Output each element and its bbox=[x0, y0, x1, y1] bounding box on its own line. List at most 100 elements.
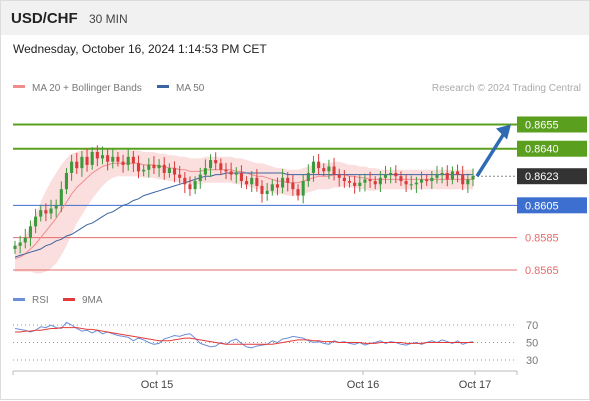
candle-body bbox=[337, 174, 341, 178]
candle-body bbox=[183, 177, 187, 185]
rsi-ma-line bbox=[15, 327, 473, 345]
legend-swatch bbox=[157, 85, 169, 88]
candle-body bbox=[250, 177, 254, 185]
x-tick-label: Oct 15 bbox=[141, 379, 173, 391]
rsi-tick-label: 70 bbox=[526, 320, 538, 332]
candle-body bbox=[440, 172, 444, 175]
candle-body bbox=[167, 168, 171, 173]
candle-body bbox=[75, 161, 79, 169]
candle-body bbox=[126, 156, 130, 165]
candle-body bbox=[136, 163, 141, 172]
candle-body bbox=[193, 181, 197, 190]
candle-body bbox=[172, 168, 177, 175]
candle-body bbox=[317, 161, 321, 169]
candle-body bbox=[64, 172, 69, 190]
candle-body bbox=[275, 184, 279, 188]
candle-body bbox=[260, 185, 264, 194]
legend-item: MA 20 + Bollinger Bands bbox=[32, 83, 142, 94]
candle-body bbox=[270, 184, 274, 191]
candle-body bbox=[157, 164, 161, 169]
candle-body bbox=[347, 181, 352, 183]
x-tick-label: Oct 17 bbox=[459, 379, 491, 391]
level-label: 0.8655 bbox=[525, 119, 559, 131]
level-label: 0.8585 bbox=[525, 233, 559, 245]
candle-body bbox=[234, 172, 238, 175]
candle-body bbox=[368, 179, 372, 182]
candle-body bbox=[389, 172, 393, 175]
candle-body bbox=[281, 177, 285, 188]
candle-body bbox=[188, 184, 192, 190]
candle-body bbox=[95, 151, 99, 159]
candle-body bbox=[414, 182, 418, 185]
legend-swatch bbox=[13, 298, 25, 301]
candle-body bbox=[162, 164, 166, 173]
candle-body bbox=[291, 182, 295, 190]
bollinger-band bbox=[15, 147, 473, 274]
candle-body bbox=[456, 171, 460, 175]
candle-body bbox=[34, 216, 38, 227]
candle-body bbox=[59, 189, 63, 206]
candle-body bbox=[147, 164, 151, 170]
candle-body bbox=[116, 156, 120, 162]
candle-body bbox=[399, 176, 403, 182]
candle-body bbox=[450, 171, 454, 180]
candle-body bbox=[296, 189, 300, 196]
candle-body bbox=[13, 245, 17, 249]
legend-item: MA 50 bbox=[176, 83, 205, 94]
legend-swatch bbox=[63, 298, 75, 301]
projection-arrow bbox=[475, 132, 506, 178]
candle-body bbox=[394, 172, 398, 177]
candle-body bbox=[378, 177, 382, 185]
candle-body bbox=[214, 160, 218, 164]
candle-body bbox=[70, 161, 74, 173]
legend-item: RSI bbox=[32, 295, 49, 306]
candle-body bbox=[358, 182, 362, 186]
candle-body bbox=[39, 210, 43, 217]
candle-body bbox=[265, 190, 269, 194]
candle-body bbox=[327, 166, 331, 172]
candle-body bbox=[142, 169, 146, 172]
candle-body bbox=[461, 174, 465, 185]
candle-body bbox=[178, 174, 182, 178]
candle-body bbox=[404, 181, 408, 185]
candle-body bbox=[131, 156, 135, 164]
candle-body bbox=[28, 226, 32, 238]
candle-body bbox=[322, 168, 326, 172]
chart-widget: USD/CHF 30 MIN Wednesday, October 16, 20… bbox=[0, 0, 590, 400]
candle-body bbox=[255, 177, 259, 186]
candle-body bbox=[219, 163, 223, 170]
rsi-tick-label: 50 bbox=[526, 338, 538, 350]
candle-body bbox=[239, 172, 243, 182]
candle-body bbox=[229, 171, 233, 175]
candle-body bbox=[430, 177, 434, 182]
candle-body bbox=[445, 172, 449, 180]
level-label: 0.8565 bbox=[525, 265, 559, 277]
candle-body bbox=[203, 168, 207, 175]
candle-body bbox=[23, 237, 27, 243]
candle-body bbox=[332, 166, 336, 175]
rsi-tick-label: 30 bbox=[526, 355, 538, 367]
candle-body bbox=[383, 174, 388, 178]
candle-body bbox=[425, 179, 429, 182]
candle-body bbox=[198, 174, 202, 182]
candle-body bbox=[353, 182, 357, 186]
candle-body bbox=[100, 155, 105, 159]
legend-item: 9MA bbox=[82, 295, 103, 306]
level-label: 0.8623 bbox=[525, 171, 559, 183]
candle-body bbox=[49, 208, 53, 214]
candle-body bbox=[90, 151, 94, 165]
candle-body bbox=[121, 161, 125, 165]
candle-body bbox=[245, 181, 249, 185]
price-chart: MA 20 + Bollinger Bands MA 50 Research © 2… bbox=[12, 83, 587, 391]
candle-body bbox=[311, 161, 316, 173]
candle-body bbox=[286, 177, 290, 183]
candle-body bbox=[363, 179, 367, 183]
candle-body bbox=[419, 179, 424, 183]
candle-body bbox=[301, 181, 305, 196]
credit-text: Research © 2024 Trading Central bbox=[432, 83, 581, 94]
candle-body bbox=[342, 177, 346, 182]
candle-body bbox=[54, 205, 58, 209]
candle-body bbox=[111, 156, 115, 162]
legend-swatch bbox=[13, 85, 25, 88]
candle-body bbox=[224, 169, 228, 172]
